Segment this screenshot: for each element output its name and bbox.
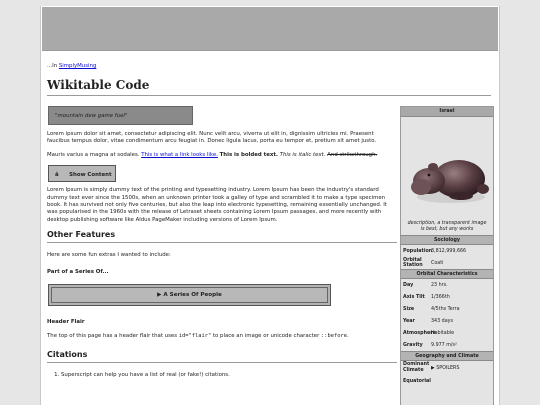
row-atmosphere: Atmosphere Habitable [401,327,493,339]
row-year: Year 343 days [401,315,493,327]
row-value: 4/5ths Terra [431,306,460,312]
breadcrumb: ...In SimplyMusing [47,63,499,69]
row-size: Size 4/5ths Terra [401,303,493,315]
citations-list: Superscript can help you have a list of … [47,372,397,378]
row-value: Coati [431,260,444,266]
flair-code-before: ::before [321,332,347,339]
row-key: Population [403,248,433,254]
row-key: Size [403,306,415,312]
other-features-heading: Other Features [47,230,397,244]
row-key: Atmosphere [403,330,436,336]
row-value: 343 days [431,318,454,324]
bold-text: This is bolded text. [219,151,278,158]
infobox: Israel description, a transparent image … [400,106,494,405]
flair-text-3: . [346,332,349,339]
section-sociology: Sociology [401,235,493,245]
row-value: 9.977 m/s² [431,342,457,348]
flair-text-1: The top of this page has a header flair … [47,332,179,339]
row-key-line: Equatorial [403,379,431,385]
row-equatorial: Equatorial [401,375,493,389]
row-population: Population 3,812,999,666 [401,245,493,257]
citation-item: Superscript can help you have a list of … [61,372,397,378]
lorem-paragraph: Lorem Ipsum is simply dummy text of the … [47,187,387,223]
hippo-image [411,160,489,203]
row-value: Habitable [431,330,455,336]
series-toggle-button[interactable]: ▶ A Series Of People [51,286,328,303]
flair-text-2: to place an image or unicode character [211,332,322,339]
infobox-title: Israel [401,107,493,117]
row-key-line: Climate [403,368,424,373]
infobox-caption: description, a transparent image is best… [407,221,487,232]
page-container: ...In SimplyMusing Wikitable Code "mount… [40,6,500,405]
example-link[interactable]: This is what a link looks like. [141,152,218,158]
row-key: Equatorial [401,379,431,385]
series-box: ▶ A Series Of People [48,283,331,306]
row-key: Axis Tilt [403,294,425,300]
strikethrough-text: And strikethrough. [327,151,378,158]
flair-code-id: id="flair" [178,332,212,339]
citations-heading: Citations [47,350,397,364]
row-value: 23 hrs. [431,282,448,288]
row-dominant-climate: Dominant Climate ▶ SPOILERS [401,361,493,375]
quote-box: "mountain dew game fuel" [48,106,193,125]
section-orbital-characteristics: Orbital Characteristics [401,269,493,279]
breadcrumb-link[interactable]: SimplyMusing [59,63,97,69]
row-value: 3,812,999,666 [431,248,467,254]
show-content-button[interactable]: â Show Content [48,165,116,183]
infobox-image [401,117,493,221]
row-day: Day 23 hrs. [401,279,493,291]
section-geography-climate: Geography and Climate [401,351,493,361]
row-key: Gravity [403,342,423,348]
row-key: Year [403,318,415,324]
formatting-paragraph: Mauris varius a magna at sodales. This i… [47,152,397,159]
row-key: Dominant Climate [401,362,429,373]
formatting-text: Mauris varius a magna at sodales. [47,151,142,158]
header-flair-title: Header Flair [47,318,85,325]
page-title: Wikitable Code [47,78,491,96]
row-axis-tilt: Axis Tilt 1/366th [401,291,493,303]
row-gravity: Gravity 9.977 m/s² [401,339,493,351]
intro-paragraph: Lorem ipsum dolor sit amet, consectetur … [47,131,377,145]
main-content: "mountain dew game fuel" Lorem ipsum dol… [47,106,397,378]
header-banner [42,7,498,51]
other-features-intro: Here are some fun extras I wanted to inc… [47,252,171,259]
spoilers-toggle[interactable]: ▶ SPOILERS [429,366,493,371]
header-flair-text: The top of this page has a header flair … [47,333,397,340]
row-key: Orbital Station [403,258,423,268]
italic-text: This is italic text. [279,151,326,158]
breadcrumb-prefix: ...In [47,63,59,69]
row-key: Day [403,282,414,288]
series-title: Part of a Series Of... [47,268,109,275]
row-orbital-station: Orbital Station Coati [401,257,493,269]
row-value: 1/366th [431,294,450,300]
